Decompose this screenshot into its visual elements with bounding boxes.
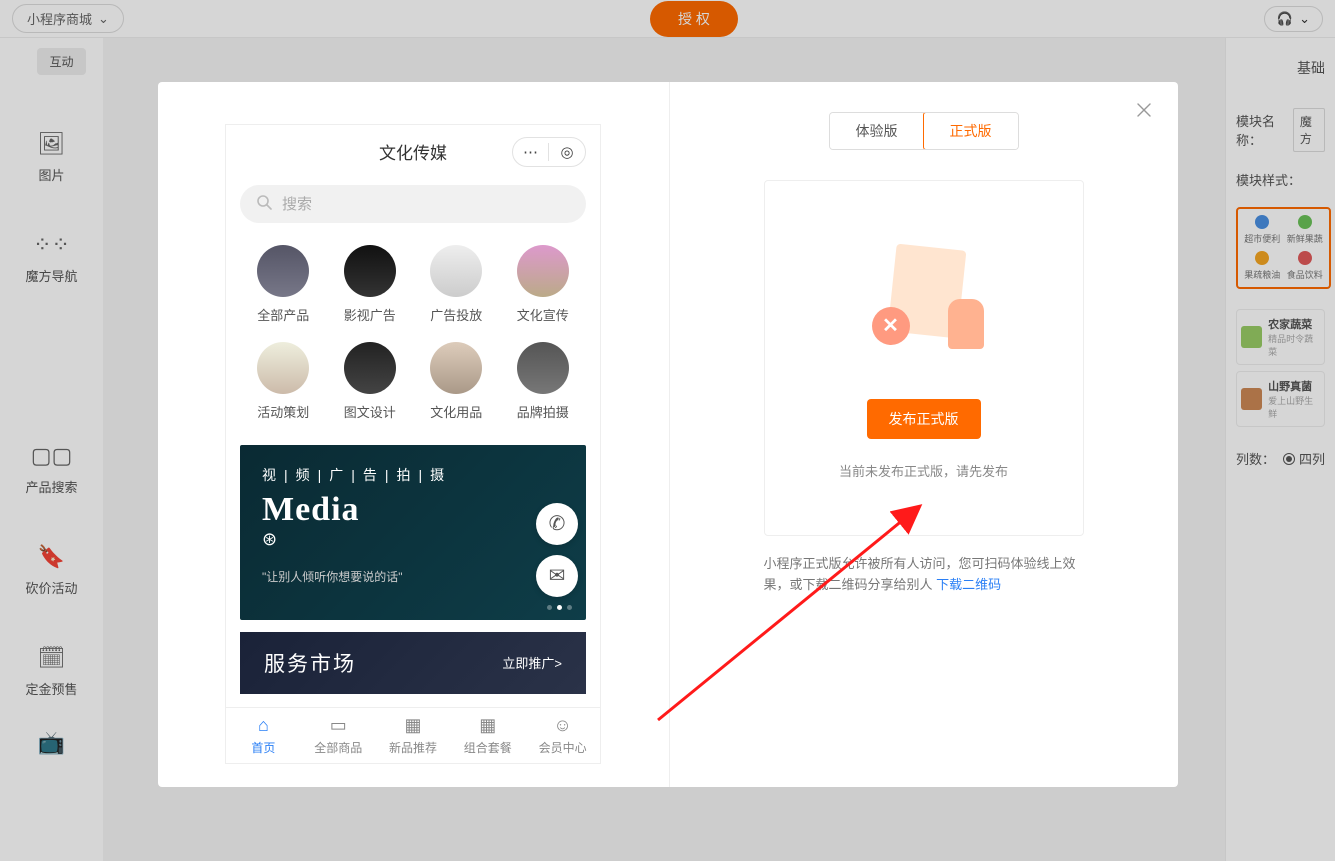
- wechat-icon[interactable]: ✉: [536, 555, 578, 597]
- category-item[interactable]: 品牌拍摄: [500, 342, 587, 421]
- empty-illustration: ✕: [854, 237, 994, 377]
- more-icon[interactable]: ⋯: [513, 143, 549, 161]
- publish-button[interactable]: 发布正式版: [867, 399, 981, 439]
- banner[interactable]: 视|频|广|告|拍|摄 Media ⊛ "让别人倾听你想要说的话" ✆ ✉: [240, 445, 586, 620]
- search-icon: [256, 194, 272, 214]
- wallet-icon: ▭: [330, 715, 347, 736]
- category-item[interactable]: 广告投放: [413, 245, 500, 324]
- target-icon[interactable]: ◎: [549, 143, 585, 161]
- search-placeholder: 搜索: [282, 193, 312, 214]
- close-button[interactable]: [1136, 102, 1156, 122]
- phone-preview-column: 文化传媒 ⋯ ◎ 搜索 全部产品 影视广告 广告投放 文化宣传: [158, 82, 670, 787]
- category-grid: 全部产品 影视广告 广告投放 文化宣传 活动策划 图文设计 文化用品 品牌拍摄: [226, 235, 600, 439]
- banner-quote: "让别人倾听你想要说的话": [262, 568, 564, 585]
- category-item[interactable]: 图文设计: [327, 342, 414, 421]
- tab-home[interactable]: ⌂首页: [226, 708, 301, 763]
- grid-icon: ▦: [404, 715, 421, 736]
- service-bar[interactable]: 服务市场 立即推广>: [240, 632, 586, 694]
- category-item[interactable]: 全部产品: [240, 245, 327, 324]
- category-item[interactable]: 影视广告: [327, 245, 414, 324]
- banner-subtitle: 视|频|广|告|拍|摄: [262, 465, 564, 485]
- category-item[interactable]: 活动策划: [240, 342, 327, 421]
- phone-preview: 文化传媒 ⋯ ◎ 搜索 全部产品 影视广告 广告投放 文化宣传: [225, 124, 601, 764]
- version-tab-prod[interactable]: 正式版: [923, 112, 1019, 150]
- service-title: 服务市场: [264, 648, 356, 678]
- home-icon: ⌂: [258, 715, 269, 736]
- search-input[interactable]: 搜索: [240, 185, 586, 223]
- banner-title: Media: [262, 491, 564, 529]
- service-go: 立即推广>: [502, 653, 562, 672]
- modal-overlay: 文化传媒 ⋯ ◎ 搜索 全部产品 影视广告 广告投放 文化宣传: [0, 0, 1335, 861]
- tab-combo[interactable]: ▦组合套餐: [450, 708, 525, 763]
- category-item[interactable]: 文化用品: [413, 342, 500, 421]
- publish-column: 体验版 正式版 ✕ 发布正式版 当前未发布正式版，请先发布 小程序正式版允许被所…: [670, 82, 1178, 787]
- grid-icon: ▦: [479, 715, 496, 736]
- publish-modal: 文化传媒 ⋯ ◎ 搜索 全部产品 影视广告 广告投放 文化宣传: [158, 82, 1178, 787]
- tab-new[interactable]: ▦新品推荐: [376, 708, 451, 763]
- miniapp-capsule: ⋯ ◎: [512, 137, 586, 167]
- category-item[interactable]: 文化宣传: [500, 245, 587, 324]
- tab-all-products[interactable]: ▭全部商品: [301, 708, 376, 763]
- download-qr-link[interactable]: 下载二维码: [936, 577, 1001, 592]
- publish-status-msg: 当前未发布正式版，请先发布: [839, 461, 1008, 480]
- version-tabs: 体验版 正式版: [829, 112, 1019, 150]
- miniapp-title: 文化传媒: [379, 139, 447, 164]
- phone-icon[interactable]: ✆: [536, 503, 578, 545]
- publish-description: 小程序正式版允许被所有人访问，您可扫码体验线上效果，或下载二维码分享给别人 下载…: [764, 554, 1084, 596]
- tab-member[interactable]: ☺会员中心: [525, 708, 600, 763]
- error-icon: ✕: [872, 307, 910, 345]
- publish-frame: ✕ 发布正式版 当前未发布正式版，请先发布: [764, 180, 1084, 536]
- tabbar: ⌂首页 ▭全部商品 ▦新品推荐 ▦组合套餐 ☺会员中心: [226, 707, 600, 763]
- version-tab-trial[interactable]: 体验版: [830, 113, 924, 149]
- user-icon: ☺: [553, 715, 571, 736]
